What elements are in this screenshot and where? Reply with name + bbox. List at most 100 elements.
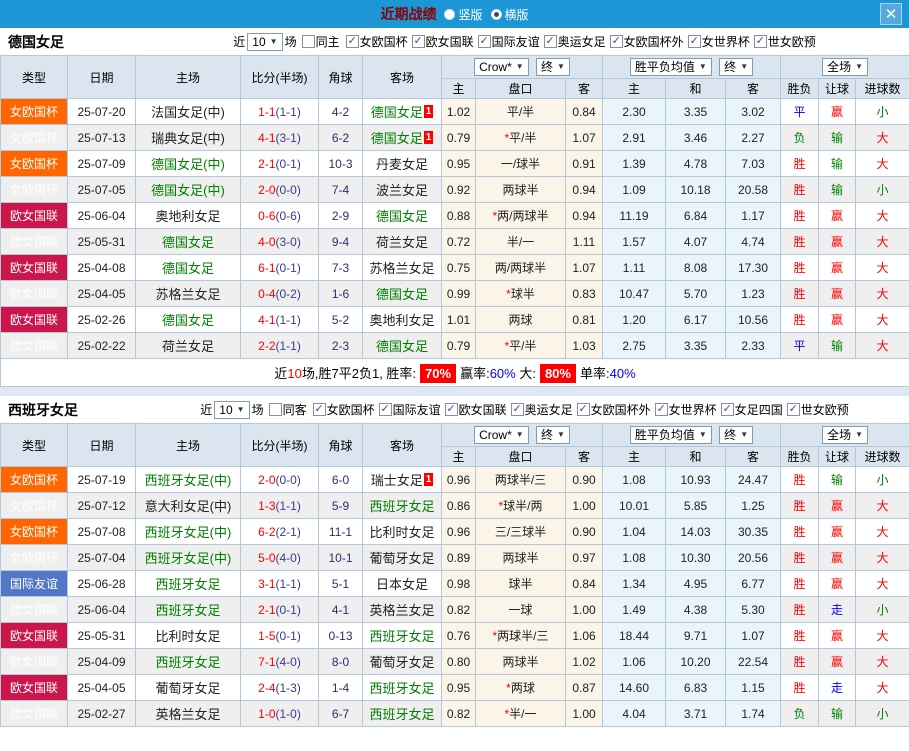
- handicap-away-odds: 0.94: [565, 202, 603, 229]
- avg-odds-select[interactable]: 胜平负均值 ▼: [629, 426, 712, 444]
- handicap-group-header: Crow* ▼ 终 ▼: [441, 423, 603, 447]
- league-filter-checkbox[interactable]: ✓ 女欧国杯: [312, 401, 375, 418]
- odds-company-select[interactable]: Crow* ▼: [474, 426, 529, 444]
- league-filter-checkbox[interactable]: ✓ 女欧国杯: [345, 33, 408, 50]
- result-handicap: 输: [818, 176, 857, 203]
- away-team-name: 西班牙女足: [362, 492, 442, 519]
- handicap-away-odds: 0.84: [565, 570, 603, 597]
- avg-win-odds: 2.75: [602, 332, 666, 359]
- full-match-select[interactable]: 全场 ▼: [822, 426, 868, 444]
- result-wdl: 胜: [780, 570, 820, 597]
- score-cell: 6-1(0-1): [240, 254, 319, 281]
- fulltime-score: 2-1: [258, 156, 276, 171]
- corner-score: 2-9: [318, 202, 363, 229]
- horizontal-layout-radio[interactable]: 横版: [490, 6, 529, 23]
- checkbox-checked-icon: ✓: [654, 403, 668, 416]
- result-goals: 大: [855, 280, 909, 307]
- col-corner: 角球: [318, 423, 363, 467]
- matches-table: 类型 日期 主场 比分(半场) 角球 客场 Crow* ▼ 终 ▼ 胜平负均值 ▼ 终…: [0, 55, 909, 387]
- recent-count-select[interactable]: 10 ▼: [214, 400, 250, 419]
- recent-count-select[interactable]: 10 ▼: [247, 32, 283, 51]
- league-filter-checkbox[interactable]: ✓ 女世界杯: [654, 401, 717, 418]
- league-filter-checkbox[interactable]: ✓ 欧女国联: [444, 401, 507, 418]
- match-date: 25-02-26: [67, 306, 136, 333]
- home-team-name: 西班牙女足(中): [135, 518, 241, 545]
- league-filter-checkbox[interactable]: ✓ 世女欧预: [786, 401, 849, 418]
- score-cell: 2-0(0-0): [240, 176, 319, 203]
- same-venue-checkbox[interactable]: 同客: [268, 401, 307, 418]
- same-venue-checkbox[interactable]: 同主: [301, 33, 340, 50]
- match-date: 25-02-22: [67, 332, 136, 359]
- score-cell: 5-0(4-0): [240, 544, 319, 571]
- section-header: 德国女足 近 10 ▼ 场 同主 ✓ 女欧国杯 ✓ 欧女国联 ✓ 国际友谊 ✓ 奥运女足 ✓ 女欧国…: [0, 28, 909, 55]
- match-date: 25-06-04: [67, 202, 136, 229]
- result-goals: 大: [855, 254, 909, 281]
- league-type-badge: 女欧国杯: [0, 176, 68, 203]
- league-filter-checkbox[interactable]: ✓ 女欧国杯外: [609, 33, 684, 50]
- avg-draw-odds: 4.07: [665, 228, 726, 255]
- handicap-line: 两球半: [475, 648, 566, 675]
- col-handicap-home: 主: [441, 78, 476, 99]
- match-row: 欧女国联 25-02-27 英格兰女足 1-0(1-0) 6-7 西班牙女足 0.82 *半/…: [0, 700, 909, 727]
- result-handicap: 输: [818, 700, 857, 727]
- result-wdl: 胜: [780, 648, 820, 675]
- section-divider: [0, 387, 909, 396]
- close-button[interactable]: ✕: [880, 3, 902, 25]
- league-filter-checkbox[interactable]: ✓ 奥运女足: [510, 401, 573, 418]
- handicap-line: *两球半/三: [475, 622, 566, 649]
- result-wdl: 胜: [780, 466, 820, 493]
- final-odds-select[interactable]: 终 ▼: [719, 58, 754, 76]
- league-filter-checkbox[interactable]: ✓ 奥运女足: [543, 33, 606, 50]
- chevron-down-icon: ▼: [236, 404, 245, 414]
- home-team-name: 德国女足(中): [135, 150, 241, 177]
- league-filter-checkbox[interactable]: ✓ 欧女国联: [411, 33, 474, 50]
- result-goals: 大: [855, 622, 909, 649]
- avg-odds-select[interactable]: 胜平负均值 ▼: [629, 58, 712, 76]
- match-date: 25-06-04: [67, 596, 136, 623]
- home-team-name: 西班牙女足: [135, 570, 241, 597]
- result-goals: 大: [855, 228, 909, 255]
- full-match-group-header: 全场 ▼: [780, 55, 909, 79]
- league-filter-checkbox[interactable]: ✓ 国际友谊: [378, 401, 441, 418]
- avg-draw-odds: 9.71: [665, 622, 726, 649]
- home-team-name: 瑞典女足(中): [135, 124, 241, 151]
- col-handicap-away: 客: [565, 78, 603, 99]
- final-odds-select[interactable]: 终 ▼: [536, 58, 570, 76]
- league-filter-checkbox[interactable]: ✓ 女世界杯: [687, 33, 750, 50]
- avg-draw-odds: 6.17: [665, 306, 726, 333]
- handicap-home-odds: 0.92: [441, 176, 476, 203]
- league-filter-checkbox[interactable]: ✓ 世女欧预: [753, 33, 816, 50]
- col-score: 比分(半场): [240, 55, 319, 99]
- handicap-away-odds: 0.87: [565, 674, 603, 701]
- match-row: 欧女国联 25-02-26 德国女足 4-1(1-1) 5-2 奥地利女足 1.01 两球 0.…: [0, 306, 909, 333]
- avg-lose-odds: 5.30: [724, 596, 782, 623]
- match-row: 女欧国杯 25-07-09 德国女足(中) 2-1(0-1) 10-3 丹麦女足 0.95 一…: [0, 150, 909, 177]
- final-odds-select[interactable]: 终 ▼: [536, 426, 570, 444]
- final-odds-select[interactable]: 终 ▼: [719, 426, 754, 444]
- result-goals: 大: [855, 332, 909, 359]
- league-type-badge: 欧女国联: [0, 280, 68, 307]
- result-wdl: 胜: [780, 254, 820, 281]
- odds-company-select[interactable]: Crow* ▼: [474, 58, 529, 76]
- full-match-select[interactable]: 全场 ▼: [822, 58, 868, 76]
- away-team-name: 葡萄牙女足: [362, 648, 442, 675]
- handicap-away-odds: 1.00: [565, 492, 603, 519]
- away-team-name: 葡萄牙女足: [362, 544, 442, 571]
- match-date: 25-07-08: [67, 518, 136, 545]
- match-row: 欧女国联 25-04-05 葡萄牙女足 2-4(1-3) 1-4 西班牙女足 0.95 *两球…: [0, 674, 909, 701]
- handicap-group-header: Crow* ▼ 终 ▼: [441, 55, 603, 79]
- vertical-layout-radio[interactable]: 竖版: [444, 6, 483, 23]
- league-filter-checkbox[interactable]: ✓ 女足四国: [720, 401, 783, 418]
- chevron-down-icon: ▼: [269, 36, 278, 46]
- result-wdl: 平: [780, 98, 820, 125]
- match-date: 25-05-31: [67, 622, 136, 649]
- result-wdl: 胜: [780, 674, 820, 701]
- avg-lose-odds: 10.56: [724, 306, 782, 333]
- checkbox-checked-icon: ✓: [720, 403, 734, 416]
- league-type-badge: 欧女国联: [0, 306, 68, 333]
- home-team-name: 比利时女足: [135, 622, 241, 649]
- league-filter-checkbox[interactable]: ✓ 国际友谊: [477, 33, 540, 50]
- league-filter-checkbox[interactable]: ✓ 女欧国杯外: [576, 401, 651, 418]
- match-row: 欧女国联 25-06-04 西班牙女足 2-1(0-1) 4-1 英格兰女足 0.82 一球 1…: [0, 596, 909, 623]
- avg-lose-odds: 1.23: [724, 280, 782, 307]
